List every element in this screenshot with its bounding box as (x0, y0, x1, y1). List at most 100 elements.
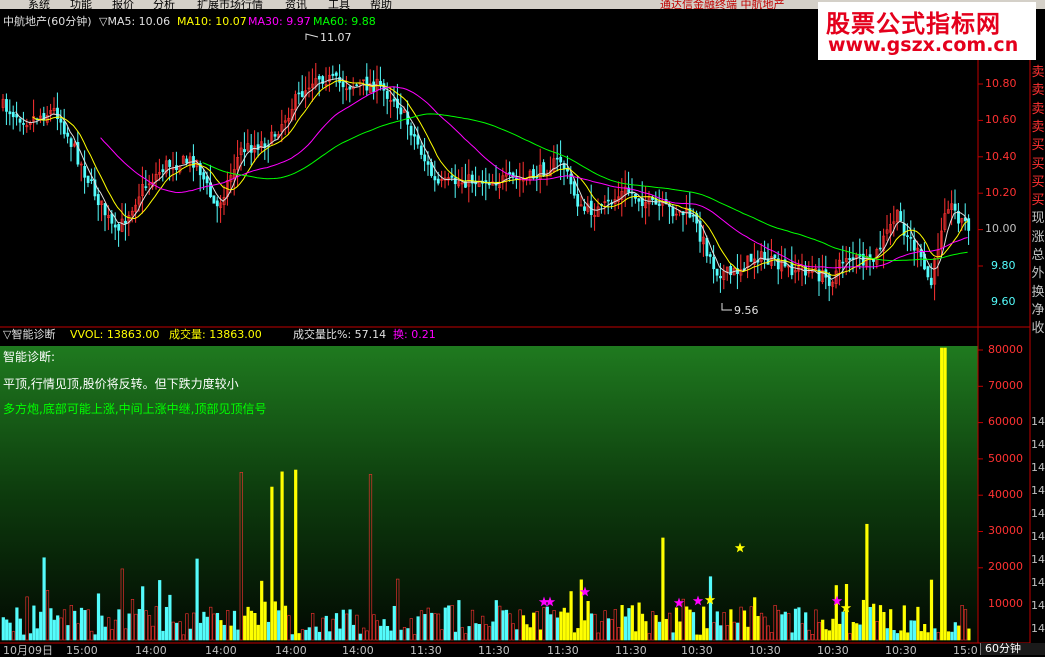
volume-bar (576, 628, 580, 641)
volume-bar (256, 624, 260, 641)
volume-bar (953, 622, 957, 641)
candle-body (392, 98, 396, 102)
volume-bar (222, 624, 226, 641)
volume-bar (872, 603, 876, 641)
high-price-label: 11.07 (320, 31, 352, 44)
volume-bar (158, 580, 162, 641)
timeframe-button[interactable]: 60分钟 (980, 643, 1045, 655)
volume-bar (858, 624, 862, 641)
candle-body (18, 118, 22, 123)
volume-bar (797, 607, 801, 641)
volume-bar (746, 626, 750, 641)
volume-bar (572, 632, 577, 641)
volume-bar (263, 601, 267, 641)
volume-bar (821, 619, 825, 641)
time-tick-label: 11:30 (410, 644, 442, 657)
candle-body (144, 186, 148, 188)
stock-title[interactable]: 中航地产(60分钟) (3, 15, 92, 28)
volume-tick: 40000 (988, 488, 1023, 501)
volume-bar (348, 609, 352, 641)
volume-bar (280, 471, 284, 641)
price-tick: 10.00 (985, 222, 1017, 235)
volume-bar (586, 601, 590, 641)
volume-bar (447, 605, 451, 641)
volume-bar (555, 617, 560, 641)
sidebar-volume-value: 14 (1031, 576, 1045, 589)
volume-bar (18, 618, 22, 641)
volume-bar (831, 618, 835, 641)
volume-bar (443, 607, 447, 641)
volume-bar (39, 611, 43, 641)
volume-bar (695, 634, 699, 641)
candle-body (124, 220, 127, 224)
candle-body (69, 138, 73, 147)
candle-body (559, 156, 563, 163)
volume-bar (317, 631, 322, 641)
volume-bar (141, 586, 145, 641)
candle-body (331, 73, 335, 76)
candle-body (273, 134, 277, 137)
volume-bar (753, 597, 757, 641)
candle-body (66, 132, 70, 137)
volume-bar (314, 626, 318, 641)
volume-bar (940, 347, 944, 641)
candle-body (712, 257, 716, 270)
volume-bar (379, 625, 383, 641)
candle-body (572, 181, 576, 196)
volume-bar (630, 605, 634, 641)
candle-body (297, 92, 301, 95)
volume-bar (467, 626, 471, 641)
volume-bar (42, 557, 46, 641)
sidebar-field-label: 卖 (1031, 83, 1045, 99)
candle-body (708, 254, 712, 257)
candle-body (83, 166, 87, 178)
watermark-url: www.gszx.com.cn (828, 34, 1019, 56)
watermark-logo: 股票公式指标网 www.gszx.com.cn (818, 2, 1036, 60)
volume-bar (909, 620, 913, 641)
candle-body (348, 86, 352, 90)
volume-bar (549, 614, 553, 641)
ma60-label: MA60: 9.88 (313, 15, 376, 28)
candle-body (657, 203, 661, 206)
candle-body (338, 77, 342, 83)
time-tick-label: 11:30 (478, 644, 510, 657)
volume-bar (32, 605, 36, 641)
candle-body (59, 118, 63, 123)
volume-bar (266, 621, 271, 641)
volume-bar (164, 606, 169, 641)
candle-body (878, 247, 882, 250)
candle-body (341, 81, 345, 88)
volume-bar (906, 632, 910, 641)
volume-bar (532, 612, 536, 641)
time-tick-label: 10:30 (749, 644, 781, 657)
candle-body (719, 275, 722, 279)
volume-bar (715, 611, 719, 641)
price-tick: 10.40 (985, 150, 1017, 163)
volume-bar (698, 634, 702, 641)
volume-bar (637, 602, 641, 641)
candle-body (161, 169, 165, 173)
volume-panel-title[interactable]: ▽智能诊断 (3, 328, 55, 341)
candle-body (671, 206, 675, 217)
candle-body (426, 161, 430, 165)
low-marker-line (721, 303, 732, 311)
volume-bar (892, 630, 896, 641)
diagnosis-line-2: 多方炮,底部可能上涨,中间上涨中继,顶部见顶信号 (3, 402, 267, 416)
volume-tick: 70000 (988, 379, 1023, 392)
volume-tick: 20000 (988, 560, 1023, 573)
volume-bar (457, 600, 461, 641)
volume-bar (902, 605, 906, 641)
candle-body (487, 183, 491, 186)
volume-bar (790, 632, 794, 641)
candle-body (379, 81, 382, 86)
sidebar-field-label: 买 (1031, 138, 1045, 154)
time-tick-label: 14:00 (205, 644, 237, 657)
candle-body (450, 175, 454, 178)
volume-bar (950, 631, 954, 641)
time-tick-label: 14:00 (275, 644, 307, 657)
candle-body (62, 121, 66, 135)
volume-bar (640, 613, 645, 641)
sidebar-volume-value: 14 (1031, 622, 1045, 635)
candle-body (899, 211, 903, 222)
candle-body (22, 123, 25, 125)
